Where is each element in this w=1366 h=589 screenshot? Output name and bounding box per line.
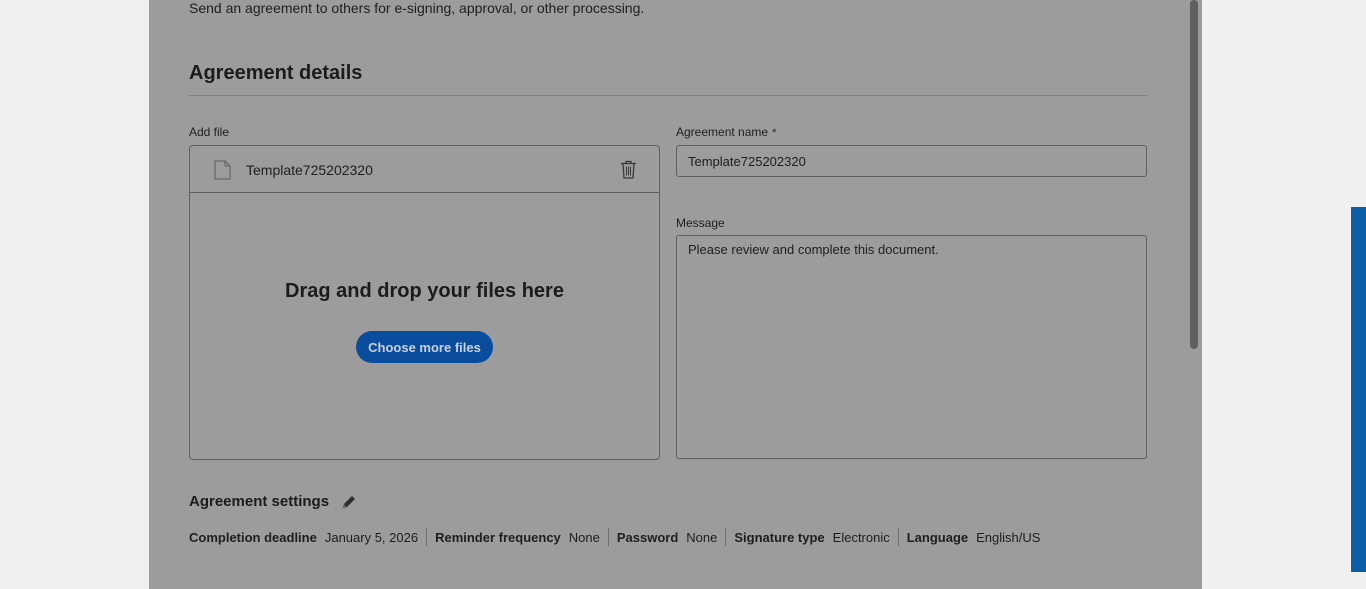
agreement-name-label: Agreement name * xyxy=(676,125,776,139)
pencil-icon[interactable] xyxy=(341,494,357,510)
vertical-scrollbar[interactable] xyxy=(1190,0,1198,349)
setting-signature-type: Signature type Electronic xyxy=(725,528,897,546)
file-name: Template725202320 xyxy=(246,162,373,178)
agreement-name-label-text: Agreement name xyxy=(676,125,769,139)
send-agreement-page: Send an agreement to others for e-signin… xyxy=(149,0,1202,589)
setting-language: Language English/US xyxy=(897,528,1049,546)
document-icon xyxy=(214,160,231,180)
message-textarea[interactable]: Please review and complete this document… xyxy=(676,235,1147,459)
required-marker: * xyxy=(772,127,777,139)
setting-value: English/US xyxy=(976,529,1041,545)
choose-more-files-button[interactable]: Choose more files xyxy=(356,331,493,363)
setting-value: None xyxy=(686,529,718,545)
message-label: Message xyxy=(676,216,725,230)
setting-key: Reminder frequency xyxy=(435,529,561,545)
trash-icon[interactable] xyxy=(620,160,637,179)
setting-reminder-frequency: Reminder frequency None xyxy=(426,528,608,546)
setting-password: Password None xyxy=(607,528,726,546)
page-subtitle: Send an agreement to others for e-signin… xyxy=(189,0,645,16)
agreement-settings-summary: Completion deadline January 5, 2026 Remi… xyxy=(189,528,1048,546)
setting-value: Electronic xyxy=(832,529,890,545)
setting-key: Signature type xyxy=(734,529,825,545)
setting-value: January 5, 2026 xyxy=(324,529,419,545)
agreement-details-title: Agreement details xyxy=(189,62,363,84)
add-file-label: Add file xyxy=(189,125,230,139)
side-panel-tab[interactable] xyxy=(1351,207,1366,572)
setting-key: Password xyxy=(616,529,679,545)
section-divider xyxy=(189,95,1147,96)
file-list-item: Template725202320 xyxy=(190,146,659,193)
setting-value: None xyxy=(568,529,600,545)
setting-key: Completion deadline xyxy=(189,529,317,545)
drop-zone-title: Drag and drop your files here xyxy=(285,280,564,302)
agreement-settings-title: Agreement settings xyxy=(189,493,330,510)
agreement-name-input[interactable] xyxy=(676,145,1147,177)
setting-completion-deadline: Completion deadline January 5, 2026 xyxy=(189,528,426,546)
setting-key: Language xyxy=(906,529,969,545)
file-drop-zone[interactable]: Template725202320 Drag and drop your fil… xyxy=(189,145,660,460)
